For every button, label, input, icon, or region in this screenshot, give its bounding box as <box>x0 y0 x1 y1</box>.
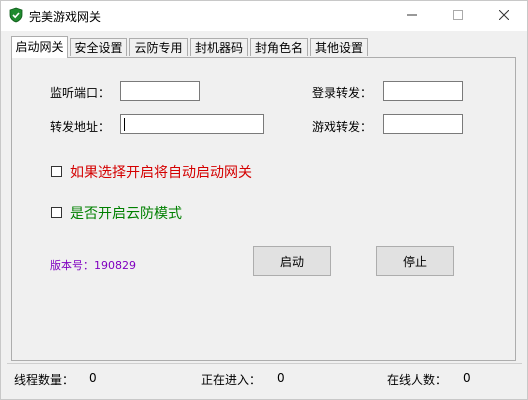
tab-ban-machine-code[interactable]: 封机器码 <box>190 38 248 56</box>
listen-port-input[interactable] <box>120 81 200 101</box>
window-title: 完美游戏网关 <box>29 10 102 24</box>
tab-security-settings[interactable]: 安全设置 <box>70 38 127 56</box>
game-forward-input[interactable] <box>383 114 463 134</box>
cloud-mode-label[interactable]: 是否开启云防模式 <box>70 203 182 223</box>
tab-ban-role-name[interactable]: 封角色名 <box>250 38 308 56</box>
text-caret <box>124 118 125 131</box>
close-icon <box>498 9 510 23</box>
game-forward-label: 游戏转发： <box>312 120 373 134</box>
minimize-button[interactable] <box>389 1 435 31</box>
entering-label: 正在进入： <box>201 373 262 387</box>
start-button[interactable]: 启动 <box>253 246 331 276</box>
shield-check-icon <box>8 7 24 23</box>
minimize-icon <box>407 9 417 23</box>
entering-value: 0 <box>277 371 285 385</box>
forward-address-label: 转发地址： <box>50 120 111 134</box>
threads-label: 线程数量： <box>14 373 75 387</box>
maximize-button[interactable] <box>435 1 481 31</box>
version-label: 版本号：190829 <box>50 259 136 272</box>
online-value: 0 <box>463 371 471 385</box>
threads-value: 0 <box>89 371 97 385</box>
auto-start-label[interactable]: 如果选择开启将自动启动网关 <box>70 162 252 182</box>
tab-other-settings[interactable]: 其他设置 <box>310 38 368 56</box>
main-window: 完美游戏网关 启动网关 安全设置 云防专用 封机器码 封角色名 其他设置 监听端… <box>0 0 528 400</box>
forward-address-input[interactable] <box>120 114 264 134</box>
login-forward-label: 登录转发： <box>312 86 373 100</box>
auto-start-checkbox[interactable] <box>51 166 62 177</box>
online-label: 在线人数： <box>387 373 448 387</box>
close-button[interactable] <box>481 1 527 31</box>
title-bar[interactable]: 完美游戏网关 <box>1 1 527 31</box>
tab-panel-start-gateway: 监听端口： 登录转发： 转发地址： 游戏转发： 如果选择开启将自动启动网关 是否… <box>11 57 516 361</box>
tab-start-gateway[interactable]: 启动网关 <box>11 36 68 58</box>
cloud-mode-checkbox[interactable] <box>51 207 62 218</box>
login-forward-input[interactable] <box>383 81 463 101</box>
listen-port-label: 监听端口： <box>50 86 111 100</box>
tab-cloud-defense[interactable]: 云防专用 <box>129 38 188 56</box>
status-bar-divider <box>7 363 522 364</box>
maximize-icon <box>453 9 463 23</box>
stop-button[interactable]: 停止 <box>376 246 454 276</box>
